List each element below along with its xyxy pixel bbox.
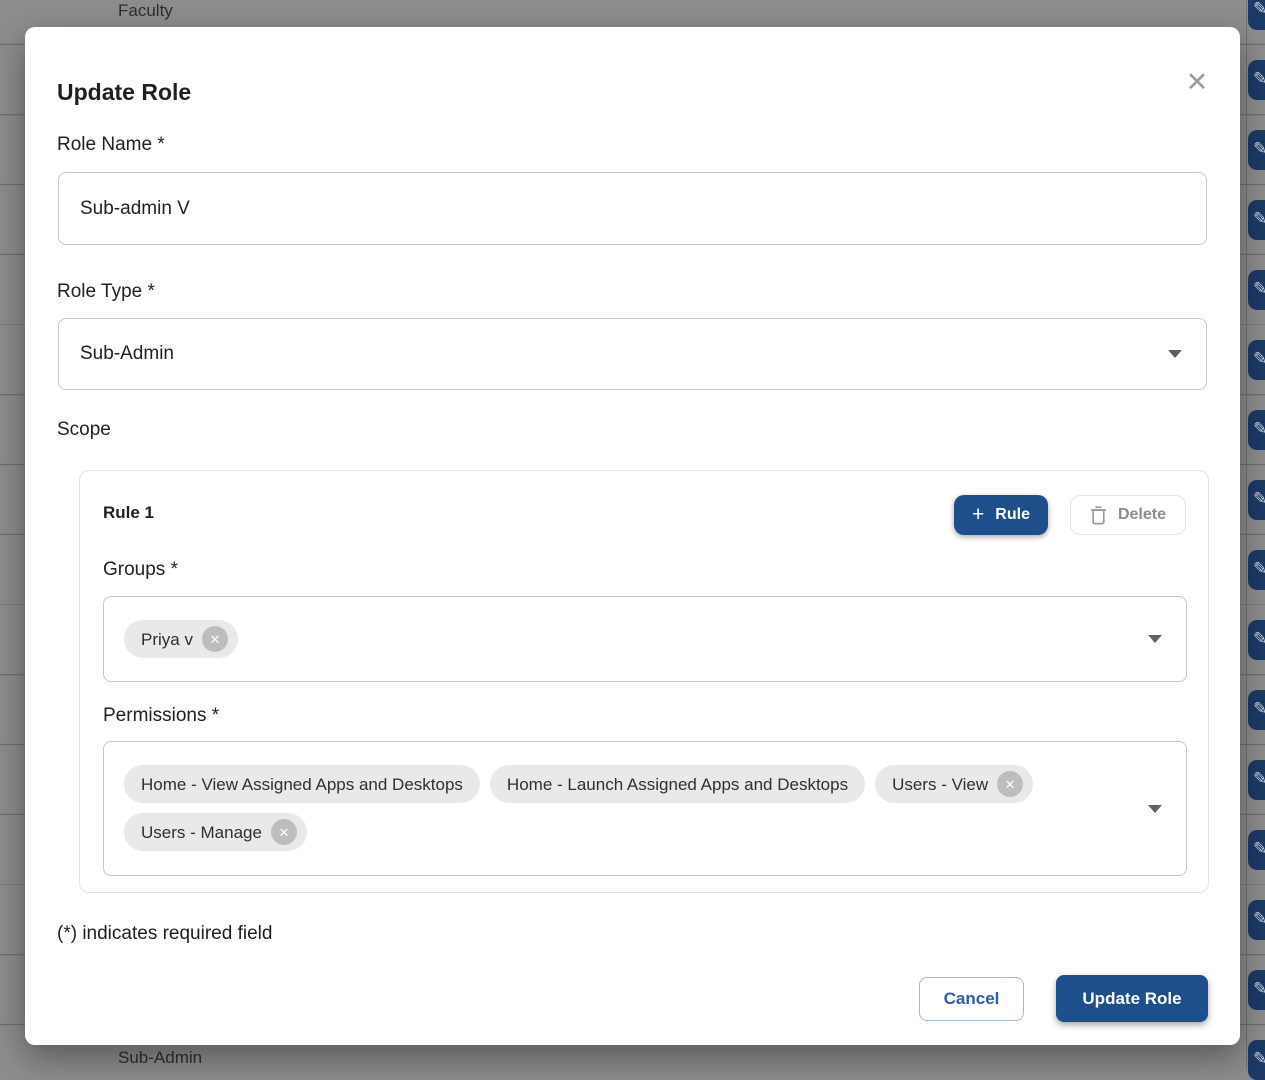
backdrop-cell-faculty: Faculty [118, 1, 173, 21]
edit-icon: ✎ [1253, 629, 1265, 649]
edit-button: ✎ [1248, 340, 1265, 380]
chevron-down-icon [1148, 805, 1162, 813]
trash-icon [1090, 506, 1107, 525]
edit-icon: ✎ [1253, 0, 1265, 19]
edit-button: ✎ [1248, 480, 1265, 520]
update-role-button[interactable]: Update Role [1056, 975, 1208, 1022]
role-type-selected-value: Sub-Admin [80, 343, 174, 365]
chevron-down-icon [1168, 350, 1182, 358]
edit-button: ✎ [1248, 270, 1265, 310]
edit-button: ✎ [1248, 200, 1265, 240]
dialog-footer: Cancel Update Role [919, 975, 1208, 1022]
edit-icon: ✎ [1253, 839, 1265, 859]
add-rule-button[interactable]: + Rule [954, 495, 1048, 535]
edit-button: ✎ [1248, 690, 1265, 730]
backdrop-cell-sub-admin: Sub-Admin [118, 1048, 202, 1068]
edit-button: ✎ [1248, 760, 1265, 800]
plus-icon: + [972, 504, 984, 525]
remove-icon[interactable]: ✕ [997, 771, 1023, 797]
edit-icon: ✎ [1253, 559, 1265, 579]
groups-chips: Priya v ✕ [124, 620, 1120, 658]
edit-icon: ✎ [1253, 349, 1265, 369]
table-column-divider [1246, 0, 1247, 1070]
edit-button: ✎ [1248, 130, 1265, 170]
selected-option-chip: Users - Manage ✕ [124, 813, 307, 851]
edit-icon: ✎ [1253, 139, 1265, 159]
edit-button: ✎ [1248, 60, 1265, 100]
selected-option-chip: Priya v ✕ [124, 620, 238, 658]
role-name-input[interactable] [58, 172, 1207, 245]
edit-button: ✎ [1248, 970, 1265, 1010]
scope-rule-card: Rule 1 + Rule Delete Groups * Priya v ✕ [79, 470, 1209, 893]
chip-label: Home - View Assigned Apps and Desktops [141, 776, 463, 793]
remove-icon[interactable]: ✕ [202, 626, 228, 652]
edit-button: ✎ [1248, 830, 1265, 870]
edit-icon: ✎ [1253, 279, 1265, 299]
edit-icon: ✎ [1253, 1049, 1265, 1069]
chip-label: Home - Launch Assigned Apps and Desktops [507, 776, 848, 793]
permissions-label: Permissions * [103, 705, 219, 727]
edit-icon: ✎ [1253, 769, 1265, 789]
edit-icon: ✎ [1253, 979, 1265, 999]
selected-option-chip: Users - View ✕ [875, 765, 1033, 803]
selected-option-chip: Home - View Assigned Apps and Desktops [124, 765, 480, 803]
rule-title: Rule 1 [103, 503, 154, 523]
cancel-button[interactable]: Cancel [919, 977, 1024, 1021]
role-type-select[interactable]: Sub-Admin [58, 318, 1207, 390]
groups-multiselect[interactable]: Priya v ✕ [103, 596, 1187, 682]
selected-option-chip: Home - Launch Assigned Apps and Desktops [490, 765, 865, 803]
edit-icon: ✎ [1253, 69, 1265, 89]
edit-icon: ✎ [1253, 209, 1265, 229]
edit-button: ✎ [1248, 620, 1265, 660]
permissions-chips: Home - View Assigned Apps and Desktops Ho… [124, 765, 1120, 851]
scope-label: Scope [57, 419, 111, 441]
edit-icon: ✎ [1253, 699, 1265, 719]
edit-button: ✎ [1248, 410, 1265, 450]
edit-button: ✎ [1248, 550, 1265, 590]
role-type-label: Role Type * [57, 281, 155, 303]
dialog-title: Update Role [57, 79, 191, 106]
chevron-down-icon [1148, 635, 1162, 643]
edit-icon: ✎ [1253, 419, 1265, 439]
edit-button: ✎ [1248, 0, 1265, 30]
permissions-multiselect[interactable]: Home - View Assigned Apps and Desktops Ho… [103, 741, 1187, 876]
rule-actions: + Rule Delete [954, 495, 1186, 535]
close-icon[interactable]: ✕ [1180, 65, 1214, 99]
chip-label: Users - View [892, 776, 988, 793]
chip-label: Priya v [141, 631, 193, 648]
delete-rule-button[interactable]: Delete [1070, 495, 1186, 535]
edit-button: ✎ [1248, 900, 1265, 940]
update-role-dialog: Update Role ✕ Role Name * Role Type * Su… [25, 27, 1240, 1045]
edit-icon: ✎ [1253, 489, 1265, 509]
remove-icon[interactable]: ✕ [271, 819, 297, 845]
role-name-label: Role Name * [57, 134, 165, 156]
groups-label: Groups * [103, 559, 178, 581]
add-rule-button-label: Rule [995, 506, 1030, 524]
required-field-note: (*) indicates required field [57, 923, 272, 945]
edit-button: ✎ [1248, 1040, 1265, 1080]
chip-label: Users - Manage [141, 824, 262, 841]
edit-icon: ✎ [1253, 909, 1265, 929]
delete-rule-button-label: Delete [1118, 506, 1166, 524]
